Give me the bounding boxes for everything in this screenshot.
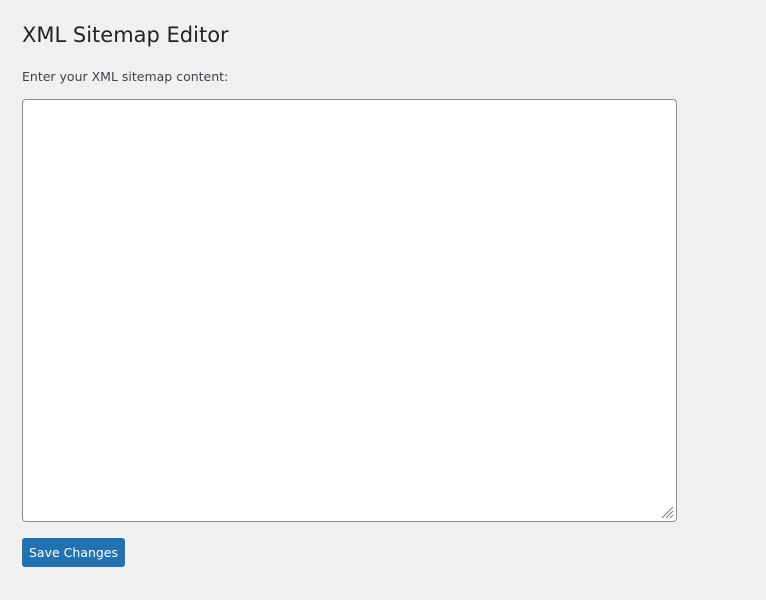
save-changes-button[interactable]: Save Changes [22, 538, 125, 567]
sitemap-content-label: Enter your XML sitemap content: [22, 69, 229, 84]
resize-grip-icon[interactable] [660, 505, 674, 519]
sitemap-content-textarea[interactable] [22, 99, 677, 522]
page-title: XML Sitemap Editor [22, 23, 229, 47]
